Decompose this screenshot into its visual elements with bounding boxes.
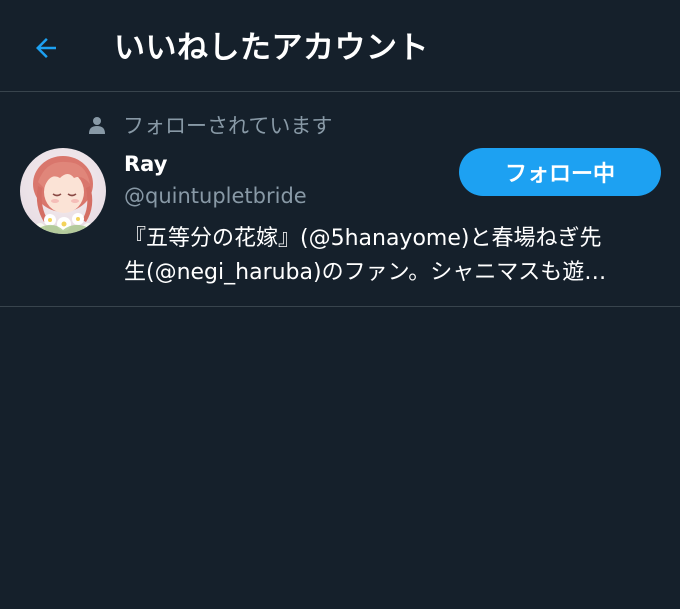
follows-you-label: フォローされています	[123, 114, 333, 138]
back-button[interactable]	[22, 24, 70, 72]
top-app-bar: いいねしたアカウント	[0, 0, 680, 92]
bio-line: 『五等分の花嫁』(@5hanayome)と春場ねぎ先	[124, 226, 602, 251]
bio-line: 生(@negi_haruba)のファン。シャニマスも遊…	[124, 260, 607, 285]
arrow-left-icon	[36, 38, 56, 58]
screen-name: @quintupletbride	[124, 184, 307, 208]
user-list-item[interactable]: フォローされています Ray @quintupletbride フォロー中 『五…	[0, 92, 680, 307]
following-button[interactable]: フォロー中	[459, 148, 661, 196]
person-icon	[86, 114, 108, 136]
follows-you-indicator: フォローされています	[86, 110, 332, 140]
display-name[interactable]: Ray	[124, 152, 167, 176]
page-title: いいねしたアカウント	[114, 30, 429, 66]
avatar[interactable]	[20, 148, 106, 234]
user-bio: 『五等分の花嫁』(@5hanayome)と春場ねぎ先 生(@negi_harub…	[124, 222, 664, 290]
